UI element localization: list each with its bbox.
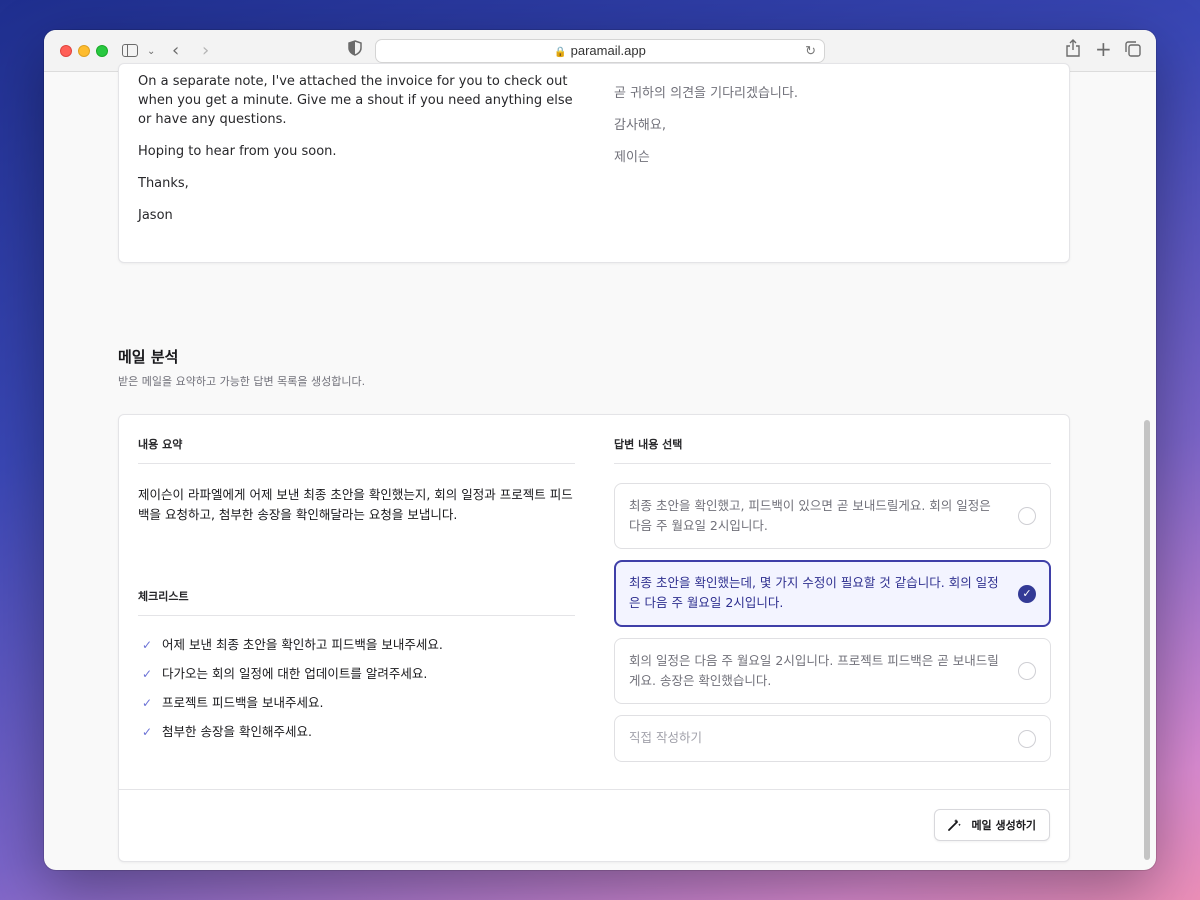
- checklist-item-text: 다가오는 회의 일정에 대한 업데이트를 알려주세요.: [162, 666, 428, 681]
- sidebar-icon[interactable]: [122, 44, 138, 57]
- reply-option-2[interactable]: 최종 초안을 확인했는데, 몇 가지 수정이 필요할 것 같습니다. 회의 일정…: [614, 560, 1051, 627]
- section-subtitle: 받은 메일을 요약하고 가능한 답변 목록을 생성합니다.: [118, 375, 366, 388]
- divider: [138, 463, 575, 464]
- url-text: paramail.app: [570, 43, 646, 58]
- radio-unchecked-icon[interactable]: [1018, 729, 1036, 748]
- browser-window: ⌄ ‹ › 🔒 paramail.app ↻ + On a separate no…: [44, 30, 1156, 870]
- check-icon: ✓: [142, 725, 153, 739]
- radio-unchecked-icon[interactable]: [1018, 507, 1036, 525]
- checklist: ✓ 어제 보낸 최종 초안을 확인하고 피드백을 보내주세요. ✓ 다가오는 회의 …: [142, 635, 443, 751]
- translated-email: 곧 귀하의 의견을 기다리겠습니다. 감사해요, 제이슨: [614, 84, 1034, 180]
- email-paragraph: Jason: [138, 208, 173, 223]
- radio-checked-icon[interactable]: ✓: [1018, 584, 1036, 603]
- lock-icon: 🔒: [554, 47, 567, 58]
- email-paragraph: On a separate note, I've attached the in…: [138, 74, 573, 127]
- check-icon: ✓: [142, 667, 153, 681]
- email-paragraph: 곧 귀하의 의견을 기다리겠습니다.: [614, 86, 798, 101]
- replies-label: 답변 내용 선택: [614, 438, 683, 451]
- generate-mail-button[interactable]: 메일 생성하기: [934, 809, 1050, 841]
- chevron-down-icon[interactable]: ⌄: [147, 41, 155, 63]
- reload-icon[interactable]: ↻: [805, 40, 816, 62]
- address-bar[interactable]: 🔒 paramail.app ↻: [375, 39, 825, 63]
- checklist-item: ✓ 프로젝트 피드백을 보내주세요.: [142, 693, 443, 722]
- magic-wand-icon: [948, 818, 965, 832]
- original-email: On a separate note, I've attached the in…: [138, 72, 588, 238]
- email-paragraph: 제이슨: [614, 150, 650, 165]
- reply-option-text: 최종 초안을 확인했는데, 몇 가지 수정이 필요할 것 같습니다. 회의 일정…: [629, 575, 999, 610]
- close-window-button[interactable]: [60, 45, 72, 57]
- page-content: On a separate note, I've attached the in…: [44, 63, 1156, 870]
- shield-icon[interactable]: [348, 40, 362, 62]
- divider: [614, 463, 1051, 464]
- check-icon: ✓: [142, 638, 153, 652]
- checklist-item-text: 프로젝트 피드백을 보내주세요.: [162, 695, 324, 710]
- reply-option-text: 직접 작성하기: [629, 730, 702, 745]
- checklist-item: ✓ 다가오는 회의 일정에 대한 업데이트를 알려주세요.: [142, 664, 443, 693]
- email-body-card: On a separate note, I've attached the in…: [118, 63, 1070, 263]
- divider: [138, 615, 575, 616]
- zoom-window-button[interactable]: [96, 45, 108, 57]
- section-title: 메일 분석: [118, 348, 179, 366]
- checklist-label: 체크리스트: [138, 590, 189, 603]
- checklist-item: ✓ 첨부한 송장을 확인해주세요.: [142, 722, 443, 751]
- email-paragraph: 감사해요,: [614, 118, 666, 133]
- email-paragraph: Thanks,: [138, 176, 189, 191]
- reply-option-3[interactable]: 회의 일정은 다음 주 월요일 2시입니다. 프로젝트 피드백은 곧 보내드릴게…: [614, 638, 1051, 704]
- back-icon[interactable]: ‹: [172, 40, 179, 62]
- plus-icon[interactable]: +: [1095, 38, 1112, 60]
- forward-icon[interactable]: ›: [202, 40, 209, 62]
- radio-unchecked-icon[interactable]: [1018, 662, 1036, 680]
- checklist-item-text: 첨부한 송장을 확인해주세요.: [162, 724, 312, 739]
- minimize-window-button[interactable]: [78, 45, 90, 57]
- generate-mail-label: 메일 생성하기: [971, 819, 1036, 832]
- reply-option-1[interactable]: 최종 초안을 확인했고, 피드백이 있으면 곧 보내드릴게요. 회의 일정은 다…: [614, 483, 1051, 549]
- checklist-item: ✓ 어제 보낸 최종 초안을 확인하고 피드백을 보내주세요.: [142, 635, 443, 664]
- scrollbar[interactable]: [1144, 420, 1150, 860]
- check-icon: ✓: [142, 696, 153, 710]
- summary-label: 내용 요약: [138, 438, 183, 451]
- reply-option-custom[interactable]: 직접 작성하기: [614, 715, 1051, 762]
- reply-option-text: 최종 초안을 확인했고, 피드백이 있으면 곧 보내드릴게요. 회의 일정은 다…: [629, 498, 991, 533]
- summary-text: 제이슨이 라파엘에게 어제 보낸 최종 초안을 확인했는지, 회의 일정과 프로…: [138, 487, 573, 522]
- divider: [119, 789, 1069, 790]
- tabs-icon[interactable]: [1125, 41, 1141, 63]
- checklist-item-text: 어제 보낸 최종 초안을 확인하고 피드백을 보내주세요.: [162, 637, 443, 652]
- analysis-card: 내용 요약 제이슨이 라파엘에게 어제 보낸 최종 초안을 확인했는지, 회의 …: [118, 414, 1070, 862]
- reply-option-text: 회의 일정은 다음 주 월요일 2시입니다. 프로젝트 피드백은 곧 보내드릴게…: [629, 653, 999, 688]
- email-paragraph: Hoping to hear from you soon.: [138, 144, 337, 159]
- share-icon[interactable]: [1066, 39, 1080, 63]
